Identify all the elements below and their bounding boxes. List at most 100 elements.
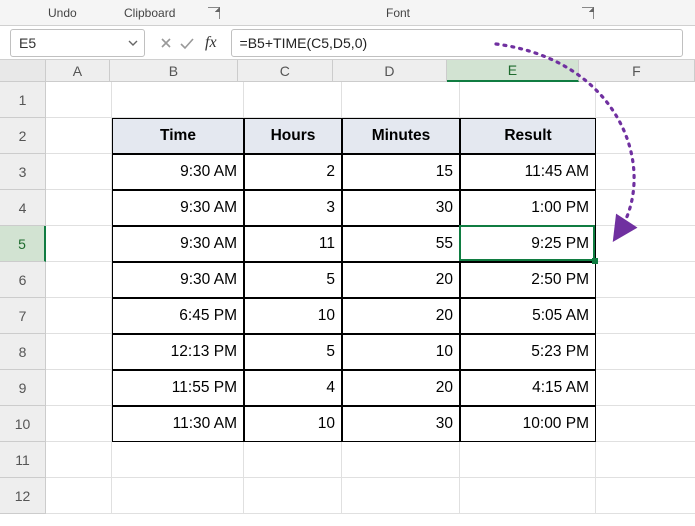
cell[interactable]	[46, 298, 112, 334]
row-header[interactable]: 12	[0, 478, 46, 514]
cell-time[interactable]: 11:30 AM	[112, 406, 244, 442]
cell[interactable]	[112, 478, 244, 514]
header-minutes[interactable]: Minutes	[342, 118, 460, 154]
row-header[interactable]: 5	[0, 226, 46, 262]
cell[interactable]	[244, 442, 342, 478]
cell[interactable]	[342, 82, 460, 118]
cell[interactable]	[596, 118, 695, 154]
cell-hours[interactable]: 10	[244, 298, 342, 334]
cell[interactable]	[244, 478, 342, 514]
enter-icon[interactable]	[179, 36, 195, 50]
cell[interactable]	[342, 442, 460, 478]
cell[interactable]	[46, 190, 112, 226]
cell-time[interactable]: 9:30 AM	[112, 190, 244, 226]
formula-bar-input[interactable]: =B5+TIME(C5,D5,0)	[231, 29, 683, 57]
fill-handle[interactable]	[592, 258, 598, 264]
select-all-corner[interactable]	[0, 60, 46, 82]
header-hours[interactable]: Hours	[244, 118, 342, 154]
cell-hours[interactable]: 3	[244, 190, 342, 226]
cell-time[interactable]: 6:45 PM	[112, 298, 244, 334]
cell[interactable]	[46, 478, 112, 514]
row-header[interactable]: 6	[0, 262, 46, 298]
cell-hours[interactable]: 10	[244, 406, 342, 442]
cell[interactable]	[112, 82, 244, 118]
cell-time[interactable]: 12:13 PM	[112, 334, 244, 370]
cell-time[interactable]: 9:30 AM	[112, 226, 244, 262]
sheet-grid[interactable]: ABCDEF 123456789101112 TimeHoursMinutesR…	[0, 60, 695, 526]
row-header[interactable]: 3	[0, 154, 46, 190]
cell[interactable]	[46, 118, 112, 154]
cell[interactable]	[46, 154, 112, 190]
cell[interactable]	[46, 226, 112, 262]
cell-hours[interactable]: 5	[244, 334, 342, 370]
cell[interactable]	[596, 478, 695, 514]
cell-time[interactable]: 9:30 AM	[112, 262, 244, 298]
column-header[interactable]: F	[579, 60, 695, 82]
cell-minutes[interactable]: 15	[342, 154, 460, 190]
column-header[interactable]: A	[46, 60, 110, 82]
cell-hours[interactable]: 2	[244, 154, 342, 190]
cell-result[interactable]: 10:00 PM	[460, 406, 596, 442]
cell[interactable]	[46, 82, 112, 118]
name-box[interactable]: E5	[10, 29, 145, 57]
header-time[interactable]: Time	[112, 118, 244, 154]
cell[interactable]	[46, 442, 112, 478]
dialog-launcher-icon[interactable]	[582, 7, 594, 19]
row-header[interactable]: 8	[0, 334, 46, 370]
dialog-launcher-icon[interactable]	[208, 7, 220, 19]
cell-hours[interactable]: 11	[244, 226, 342, 262]
cell-result[interactable]: 5:23 PM	[460, 334, 596, 370]
cell-result[interactable]: 11:45 AM	[460, 154, 596, 190]
row-header[interactable]: 1	[0, 82, 46, 118]
cell-minutes[interactable]: 30	[342, 190, 460, 226]
chevron-down-icon[interactable]	[122, 40, 144, 46]
cell[interactable]	[244, 82, 342, 118]
cell-hours[interactable]: 5	[244, 262, 342, 298]
cell[interactable]	[596, 262, 695, 298]
cell[interactable]	[460, 478, 596, 514]
cell-minutes[interactable]: 55	[342, 226, 460, 262]
cell-minutes[interactable]: 20	[342, 370, 460, 406]
cell[interactable]	[596, 190, 695, 226]
cell[interactable]	[596, 370, 695, 406]
cell[interactable]	[596, 154, 695, 190]
cells-area[interactable]: TimeHoursMinutesResult9:30 AM21511:45 AM…	[46, 82, 695, 526]
cell-minutes[interactable]: 20	[342, 298, 460, 334]
row-header[interactable]: 10	[0, 406, 46, 442]
cell[interactable]	[596, 442, 695, 478]
cell-result[interactable]: 4:15 AM	[460, 370, 596, 406]
fx-icon[interactable]: fx	[201, 34, 221, 52]
column-header[interactable]: B	[110, 60, 238, 82]
cell-result[interactable]: 5:05 AM	[460, 298, 596, 334]
row-header[interactable]: 4	[0, 190, 46, 226]
header-result[interactable]: Result	[460, 118, 596, 154]
cell-time[interactable]: 11:55 PM	[112, 370, 244, 406]
cell-result[interactable]: 2:50 PM	[460, 262, 596, 298]
cell[interactable]	[596, 298, 695, 334]
cell[interactable]	[596, 334, 695, 370]
column-header[interactable]: C	[238, 60, 333, 82]
cell-result[interactable]: 9:25 PM	[460, 226, 596, 262]
row-header[interactable]: 11	[0, 442, 46, 478]
cell[interactable]	[46, 262, 112, 298]
cell-minutes[interactable]: 30	[342, 406, 460, 442]
cell-minutes[interactable]: 10	[342, 334, 460, 370]
cell[interactable]	[46, 406, 112, 442]
cell-result[interactable]: 1:00 PM	[460, 190, 596, 226]
cell[interactable]	[112, 442, 244, 478]
row-header[interactable]: 7	[0, 298, 46, 334]
cell[interactable]	[46, 370, 112, 406]
column-header[interactable]: E	[447, 60, 579, 82]
cell[interactable]	[460, 82, 596, 118]
cell[interactable]	[342, 478, 460, 514]
column-header[interactable]: D	[333, 60, 447, 82]
cell-time[interactable]: 9:30 AM	[112, 154, 244, 190]
row-header[interactable]: 2	[0, 118, 46, 154]
cell-hours[interactable]: 4	[244, 370, 342, 406]
cell[interactable]	[46, 334, 112, 370]
cell[interactable]	[596, 82, 695, 118]
cell-minutes[interactable]: 20	[342, 262, 460, 298]
row-header[interactable]: 9	[0, 370, 46, 406]
cell[interactable]	[596, 406, 695, 442]
cell[interactable]	[460, 442, 596, 478]
